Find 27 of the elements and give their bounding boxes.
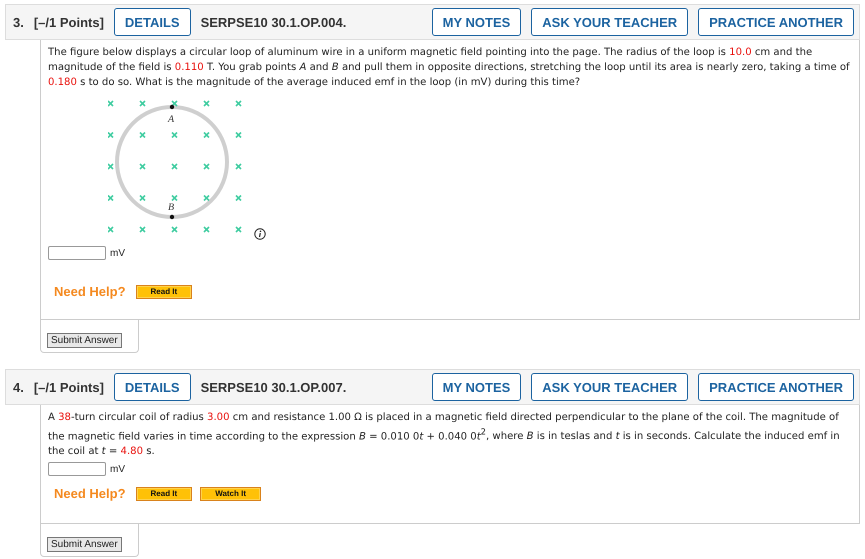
action-button[interactable]: MY NOTES [432, 373, 522, 401]
details-button[interactable]: DETAILS [114, 373, 191, 401]
question-code: SERPSE10 30.1.OP.004. [200, 14, 346, 30]
point-label: A [168, 114, 174, 125]
submit-button[interactable]: Submit Answer [47, 537, 122, 552]
question-code: SERPSE10 30.1.OP.007. [200, 380, 346, 394]
action-button[interactable]: ASK YOUR TEACHER [531, 373, 688, 401]
action-button[interactable]: MY NOTES [432, 8, 522, 36]
question-text: A 38-turn circular coil of radius 3.00 cm and resistance 1.00 Ω is placed in a magnetic field directed perpendicular to the plane of the coil. The magnitude of the magnetic field varies in time according to the expression B = 0.010 0t + 0.040 0t$^{2}$, where B is in teslas and t is in seconds. Calculate the induced emf in the coil at t = 4.80 s. [48, 411, 841, 460]
submit-button[interactable]: Submit Answer [47, 333, 122, 348]
question-number: 3. [13, 14, 24, 30]
help-button[interactable]: Watch It [200, 486, 261, 501]
action-button[interactable]: ASK YOUR TEACHER [531, 8, 688, 36]
unit-label: mV [110, 248, 125, 258]
need-help-label: Need Help? [54, 486, 126, 502]
question-number: 4. [13, 380, 24, 394]
action-button[interactable]: PRACTICE ANOTHER [698, 8, 854, 36]
question-points: [–/1 Points] [34, 380, 104, 394]
details-button[interactable]: DETAILS [114, 8, 191, 36]
help-button[interactable]: Read It [136, 486, 192, 501]
action-button[interactable]: PRACTICE ANOTHER [698, 373, 854, 401]
question-points: [–/1 Points] [34, 14, 104, 30]
need-help-label: Need Help? [54, 284, 126, 299]
question-text: The figure below displays a circular loop of aluminum wire in a uniform magnetic field pointing into the page. The radius of the loop is 10.0 cm and the magnitude of the field is 0.110 T. You grab points A and B and pull them in opposite directions, stretching the loop until its area is nearly zero, taking a time of 0.180 s to do so. What is the magnitude of the average induced emf in the loop (in mV) during this time? [48, 46, 851, 90]
point-label: B [168, 202, 174, 213]
unit-label: mV [110, 464, 125, 475]
help-button[interactable]: Read It [136, 284, 192, 298]
